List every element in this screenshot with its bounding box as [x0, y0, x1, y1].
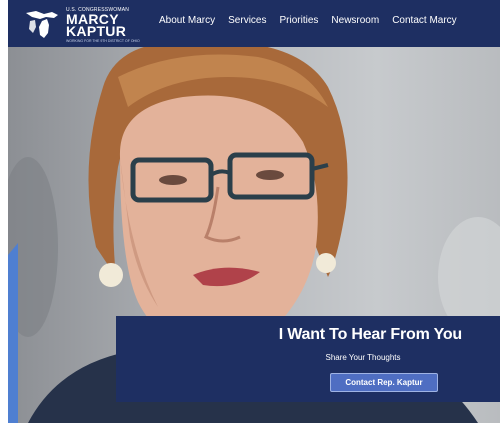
hero-banner: I Want To Hear From You Share Your Thoug… [8, 47, 500, 423]
left-accent-tip [8, 243, 18, 255]
callout-subtitle: Share Your Thoughts [325, 353, 401, 362]
nav-newsroom[interactable]: Newsroom [331, 15, 379, 26]
nav-services[interactable]: Services [228, 15, 266, 26]
nav-about[interactable]: About Marcy [159, 15, 215, 26]
nav-contact[interactable]: Contact Marcy [392, 15, 456, 26]
site-logo[interactable]: U.S. CONGRESSWOMAN MARCY KAPTUR WORKING … [22, 5, 140, 43]
page: U.S. CONGRESSWOMAN MARCY KAPTUR WORKING … [8, 0, 500, 423]
main-nav: About Marcy Services Priorities Newsroom… [159, 15, 470, 26]
contact-callout: I Want To Hear From You Share Your Thoug… [116, 316, 500, 402]
logo-tagline: WORKING FOR THE 9TH DISTRICT OF OHIO [66, 39, 140, 43]
logo-last-name: KAPTUR [66, 23, 127, 39]
contact-rep-button[interactable]: Contact Rep. Kaptur [330, 373, 438, 392]
great-lakes-logo-icon [26, 11, 58, 38]
callout-title: I Want To Hear From You [278, 326, 462, 343]
left-accent-bar [8, 255, 18, 423]
site-header: U.S. CONGRESSWOMAN MARCY KAPTUR WORKING … [8, 0, 500, 47]
nav-priorities[interactable]: Priorities [280, 15, 319, 26]
